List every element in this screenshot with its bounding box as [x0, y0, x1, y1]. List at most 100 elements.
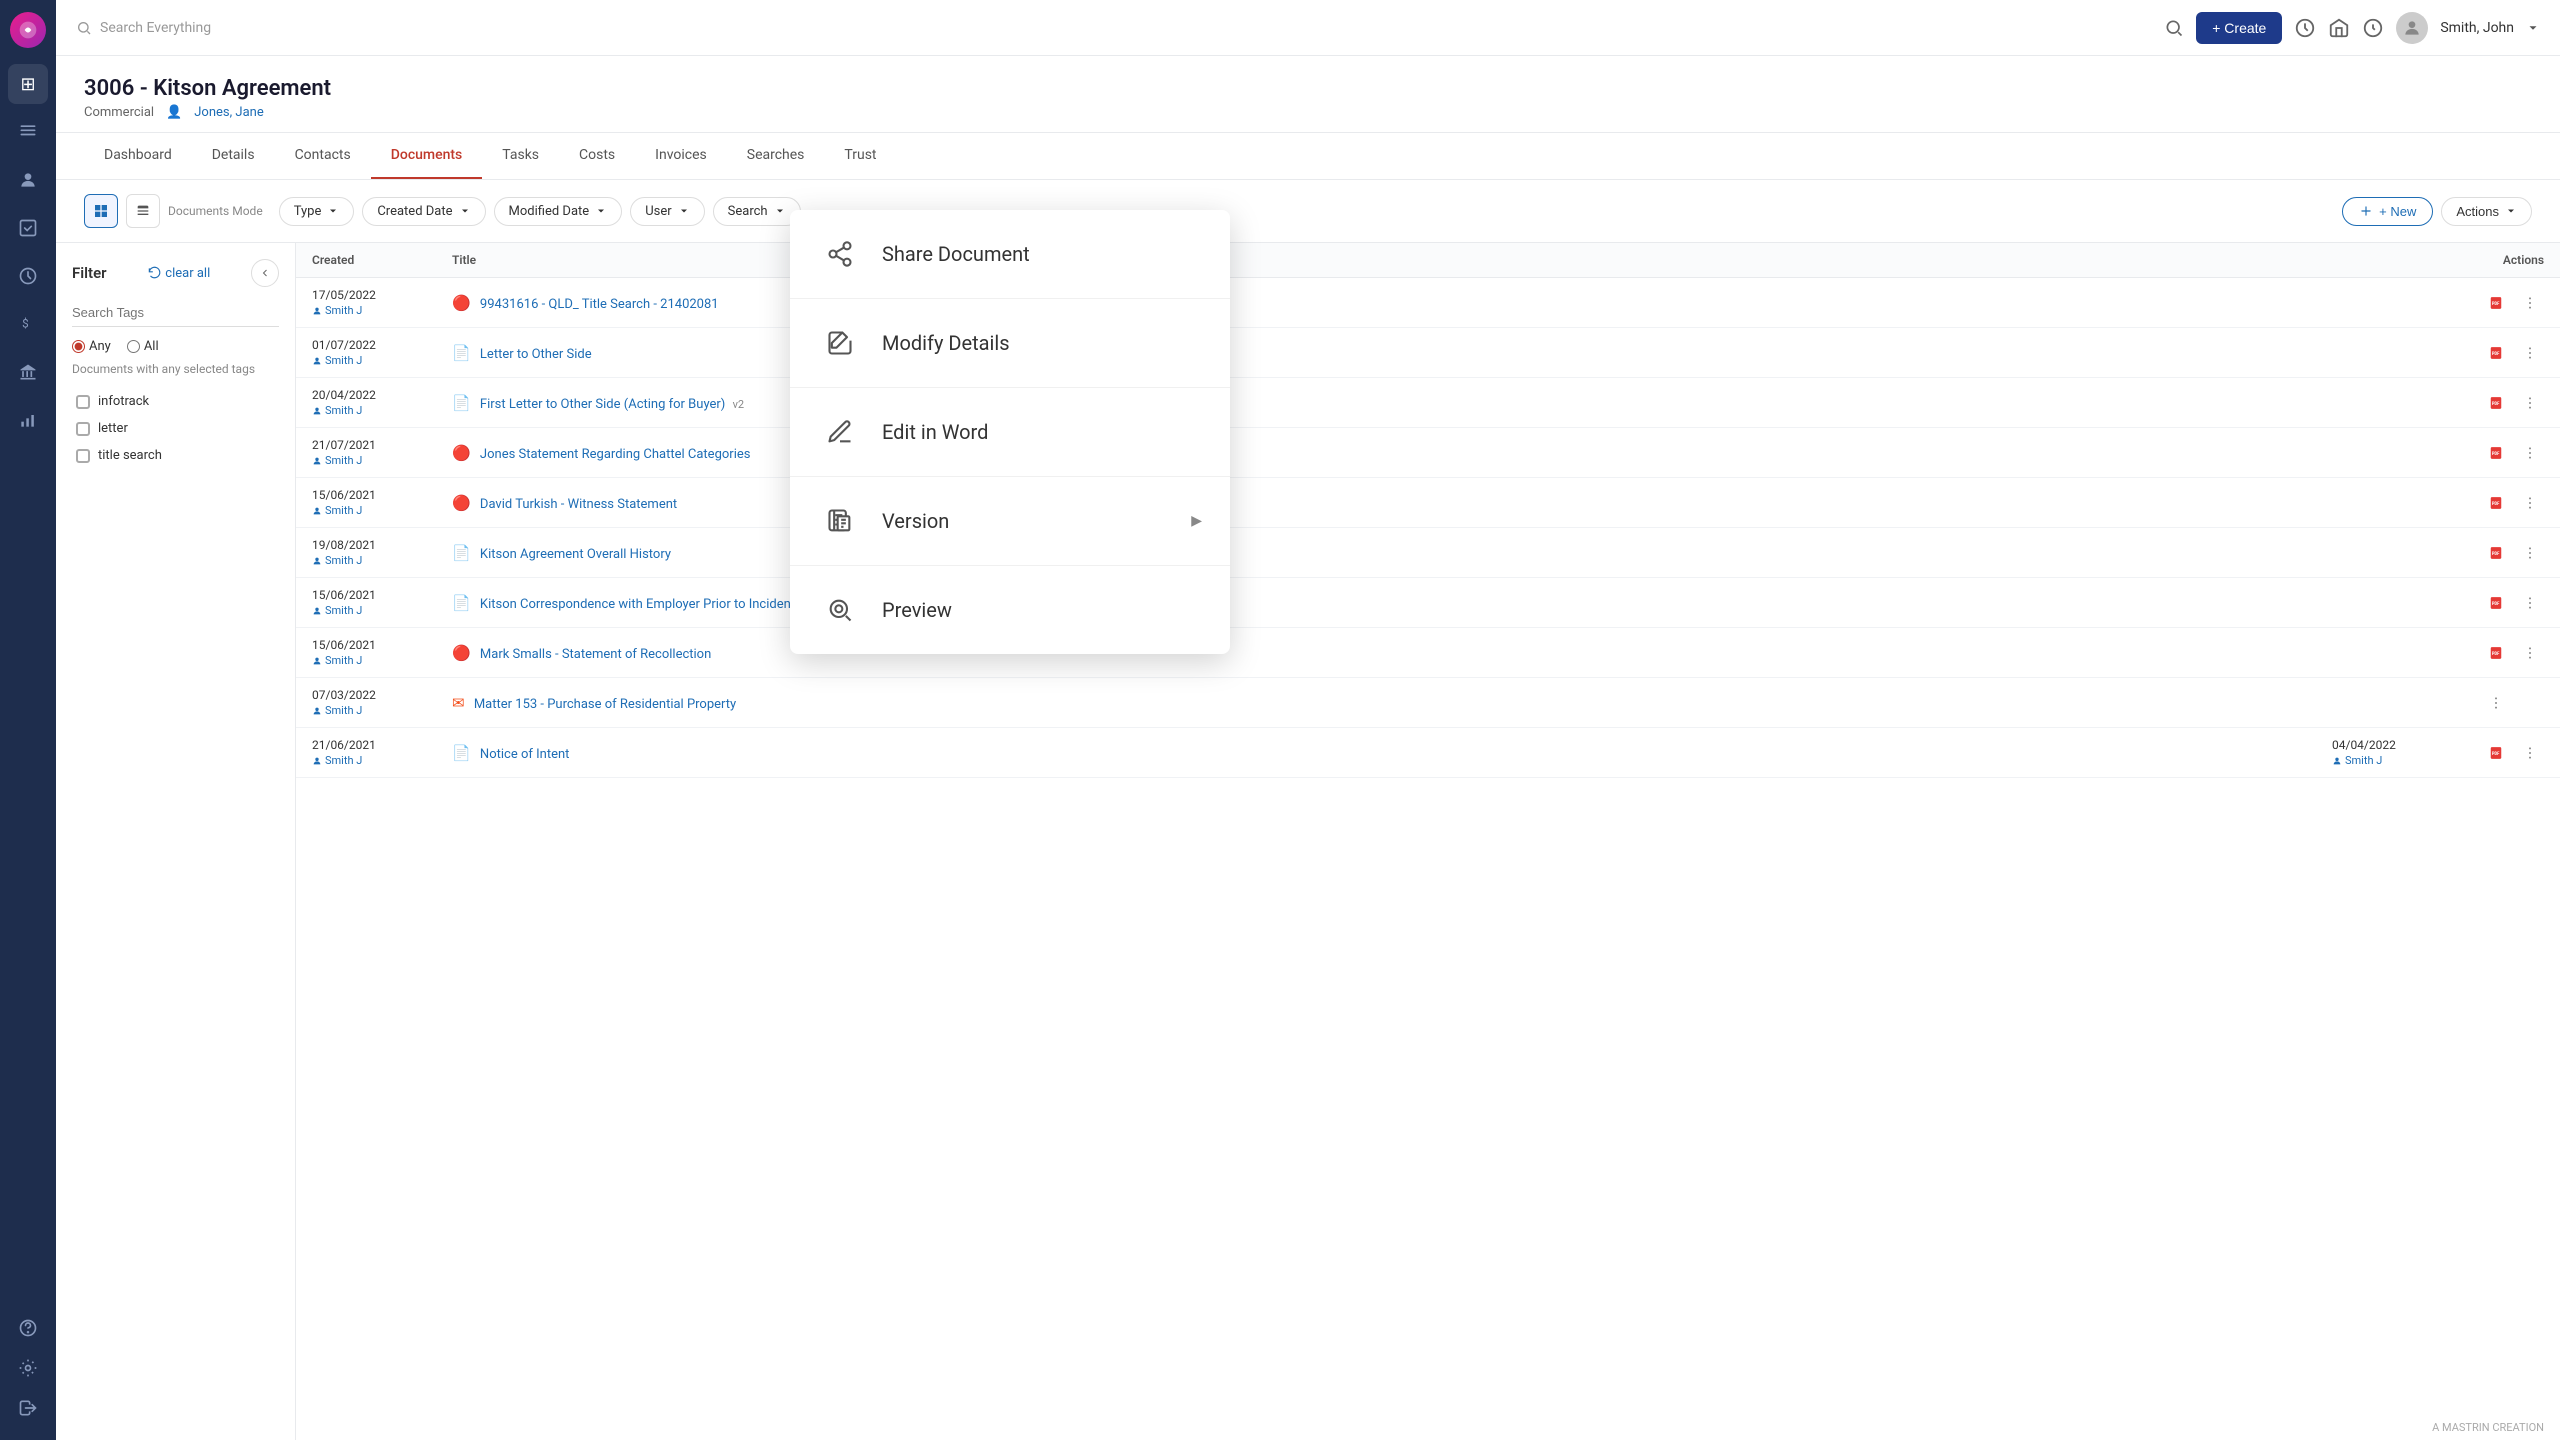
created-date-filter-button[interactable]: Created Date [362, 197, 485, 226]
menu-item-edit-word[interactable]: Edit in Word [790, 388, 1230, 477]
pdf-action-button[interactable]: PDF [2482, 289, 2510, 317]
context-menu: Share Document Modify Details Edit in Wo… [790, 210, 1230, 654]
history-icon[interactable] [2294, 17, 2316, 39]
clear-all-button[interactable]: clear all [147, 266, 210, 281]
doc-modified-cell [2316, 628, 2466, 678]
type-filter-button[interactable]: Type [279, 197, 355, 226]
row-more-button[interactable] [2482, 689, 2510, 717]
row-actions: PDF [2482, 589, 2544, 617]
menu-item-modify[interactable]: Modify Details [790, 299, 1230, 388]
sidebar-item-time[interactable] [8, 256, 48, 296]
doc-title-link[interactable]: Kitson Correspondence with Employer Prio… [480, 597, 795, 612]
user-name[interactable]: Smith, John [2440, 20, 2514, 36]
sidebar-item-reports[interactable] [8, 400, 48, 440]
tab-tasks[interactable]: Tasks [482, 133, 559, 179]
doc-type-icon: 📄 [452, 394, 471, 412]
doc-type-icon: 📄 [452, 744, 471, 762]
collapse-filter-button[interactable] [251, 259, 279, 287]
doc-type-icon: 📄 [452, 544, 471, 562]
pdf-action-button[interactable]: PDF [2482, 339, 2510, 367]
row-more-button[interactable] [2516, 289, 2544, 317]
view-mode-grid-button[interactable] [84, 194, 118, 228]
sidebar-item-bank[interactable] [8, 352, 48, 392]
pdf-action-button[interactable]: PDF [2482, 539, 2510, 567]
menu-item-share[interactable]: Share Document [790, 210, 1230, 299]
tab-documents[interactable]: Documents [371, 133, 483, 179]
sidebar-item-logout[interactable] [8, 1388, 48, 1428]
new-document-button[interactable]: + New [2342, 197, 2433, 226]
search-filter-button[interactable]: Search [713, 197, 801, 226]
user-icon [312, 706, 322, 716]
actions-chevron-icon [2505, 205, 2517, 217]
preview-icon [818, 588, 862, 632]
app-logo[interactable] [10, 12, 46, 48]
tab-invoices[interactable]: Invoices [635, 133, 727, 179]
doc-title-link[interactable]: Notice of Intent [480, 747, 569, 762]
check-icon[interactable] [2328, 17, 2350, 39]
table-row: 21/07/2021 Smith J 🔴 Jones Statement Reg… [296, 428, 2560, 478]
sidebar-item-settings[interactable] [8, 1348, 48, 1388]
modified-date-filter-button[interactable]: Modified Date [494, 197, 623, 226]
search-area[interactable]: Search Everything [76, 20, 2152, 36]
tag-letter[interactable]: letter [72, 415, 279, 442]
user-icon [312, 456, 322, 466]
actions-button[interactable]: Actions [2441, 197, 2532, 226]
radio-all[interactable]: All [127, 339, 159, 354]
ellipsis-icon [2522, 495, 2538, 511]
view-mode-list-button[interactable] [126, 194, 160, 228]
tab-contacts[interactable]: Contacts [275, 133, 371, 179]
tab-searches[interactable]: Searches [727, 133, 825, 179]
svg-text:PDF: PDF [2492, 600, 2500, 605]
tab-trust[interactable]: Trust [824, 133, 896, 179]
pdf-action-button[interactable]: PDF [2482, 739, 2510, 767]
version-icon [818, 499, 862, 543]
row-more-button[interactable] [2516, 739, 2544, 767]
row-more-button[interactable] [2516, 589, 2544, 617]
doc-title-link[interactable]: Kitson Agreement Overall History [480, 547, 671, 562]
menu-item-preview[interactable]: Preview [790, 566, 1230, 654]
row-more-button[interactable] [2516, 639, 2544, 667]
pdf-action-button[interactable]: PDF [2482, 439, 2510, 467]
sidebar-item-matters[interactable] [8, 112, 48, 152]
user-filter-button[interactable]: User [630, 197, 704, 226]
pdf-action-button[interactable]: PDF [2482, 389, 2510, 417]
row-more-button[interactable] [2516, 439, 2544, 467]
tab-dashboard[interactable]: Dashboard [84, 133, 192, 179]
chevron-left-icon [259, 267, 271, 279]
ellipsis-icon [2522, 645, 2538, 661]
sidebar-item-contacts[interactable] [8, 160, 48, 200]
row-more-button[interactable] [2516, 389, 2544, 417]
doc-title-link[interactable]: Letter to Other Side [480, 347, 592, 362]
menu-item-version[interactable]: Version ▶ [790, 477, 1230, 566]
tab-costs[interactable]: Costs [559, 133, 635, 179]
sidebar-item-dashboard[interactable]: ⊞ [8, 64, 48, 104]
doc-title-link[interactable]: David Turkish - Witness Statement [480, 497, 677, 512]
tab-details[interactable]: Details [192, 133, 275, 179]
doc-title-link[interactable]: Jones Statement Regarding Chattel Catego… [480, 447, 751, 462]
notification-icon[interactable] [2362, 17, 2384, 39]
pdf-action-button[interactable]: PDF [2482, 639, 2510, 667]
radio-any[interactable]: Any [72, 339, 111, 354]
create-button[interactable]: + Create [2196, 12, 2282, 44]
search-tags-input[interactable] [72, 299, 279, 327]
row-more-button[interactable] [2516, 489, 2544, 517]
tag-title-search[interactable]: title search [72, 442, 279, 469]
matter-assigned-user[interactable]: Jones, Jane [194, 105, 263, 120]
sidebar-item-billing[interactable]: $ [8, 304, 48, 344]
row-more-button[interactable] [2516, 539, 2544, 567]
tag-infotrack[interactable]: infotrack [72, 388, 279, 415]
doc-title-link[interactable]: First Letter to Other Side (Acting for B… [480, 397, 725, 412]
doc-title-link[interactable]: Mark Smalls - Statement of Recollection [480, 647, 711, 662]
doc-title-link[interactable]: 99431616 - QLD_ Title Search - 21402081 [480, 297, 719, 312]
doc-title-link[interactable]: Matter 153 - Purchase of Residential Pro… [474, 697, 736, 712]
sidebar-item-tasks[interactable] [8, 208, 48, 248]
search-icon-top[interactable] [2164, 18, 2184, 38]
user-chevron-icon[interactable] [2526, 21, 2540, 35]
pdf-action-button[interactable]: PDF [2482, 589, 2510, 617]
doc-modified-cell: 04/04/2022 Smith J [2316, 728, 2466, 778]
pdf-action-button[interactable]: PDF [2482, 489, 2510, 517]
sidebar-item-help[interactable] [8, 1308, 48, 1348]
row-more-button[interactable] [2516, 339, 2544, 367]
ellipsis-icon [2522, 445, 2538, 461]
type-chevron-icon [327, 205, 339, 217]
